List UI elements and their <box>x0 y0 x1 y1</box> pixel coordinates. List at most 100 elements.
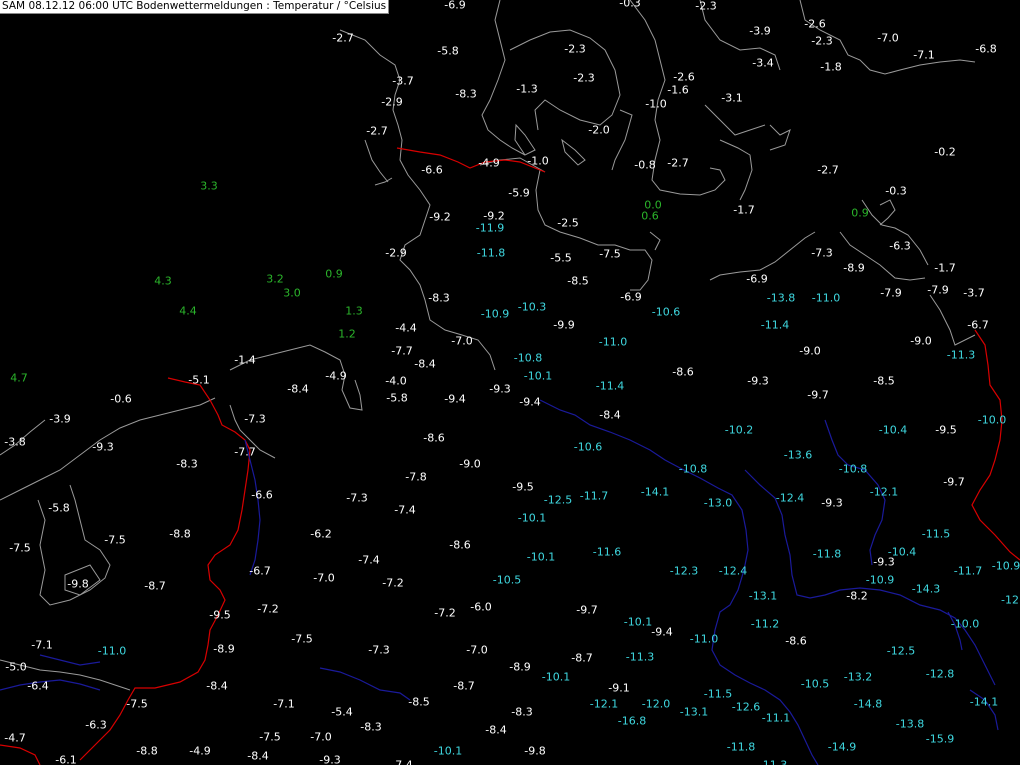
station-temperature: -7.3 <box>346 491 368 505</box>
station-temperature: -11.5 <box>703 687 733 701</box>
station-temperature: -7.2 <box>382 576 404 590</box>
station-temperature: -10.1 <box>523 369 553 383</box>
station-temperature: -11.4 <box>760 318 790 332</box>
station-temperature: -3.1 <box>721 91 743 105</box>
coastline-lakes <box>879 199 896 226</box>
station-temperature: -7.1 <box>31 638 53 652</box>
station-temperature: -10.5 <box>492 573 522 587</box>
station-temperature: -8.9 <box>843 261 865 275</box>
station-temperature: -9.7 <box>576 603 598 617</box>
station-temperature: -12.1 <box>869 485 899 499</box>
station-temperature: -2.6 <box>673 70 695 84</box>
station-temperature: -0.8 <box>634 158 656 172</box>
station-temperature: -0.3 <box>619 0 641 10</box>
station-temperature: -9.7 <box>943 475 965 489</box>
station-temperature: -1.7 <box>934 261 956 275</box>
station-temperature: -8.4 <box>414 357 436 371</box>
station-temperature: 3.3 <box>200 179 218 193</box>
station-temperature: -11.0 <box>689 632 719 646</box>
station-temperature: -14.1 <box>640 485 670 499</box>
station-temperature: -5.8 <box>386 391 408 405</box>
station-temperature: -7.0 <box>451 334 473 348</box>
station-temperature: -6.7 <box>967 318 989 332</box>
coastline-gulf <box>769 124 791 151</box>
station-temperature: -8.7 <box>571 651 593 665</box>
station-temperature: -7.9 <box>880 286 902 300</box>
station-temperature: -11.9 <box>475 221 505 235</box>
station-temperature: -12.1 <box>589 697 619 711</box>
station-temperature: -10.4 <box>878 423 908 437</box>
station-temperature: -13.8 <box>766 291 796 305</box>
station-temperature: 1.3 <box>345 304 363 318</box>
station-temperature: -6.0 <box>470 600 492 614</box>
station-temperature: -7.7 <box>234 445 256 459</box>
station-temperature: -6.2 <box>310 527 332 541</box>
station-temperature: -7.7 <box>391 344 413 358</box>
station-temperature: -8.8 <box>169 527 191 541</box>
station-temperature: 4.4 <box>179 304 197 318</box>
station-temperature: -6.8 <box>975 42 997 56</box>
station-temperature: -16.8 <box>617 714 647 728</box>
station-temperature: 4.3 <box>154 274 172 288</box>
river-loire <box>0 679 101 691</box>
station-temperature: -8.9 <box>213 642 235 656</box>
station-temperature: -14.3 <box>911 582 941 596</box>
station-temperature: -2.0 <box>588 123 610 137</box>
coastline-island-2 <box>561 138 586 166</box>
station-temperature: -7.3 <box>244 412 266 426</box>
station-temperature: -3.8 <box>4 435 26 449</box>
station-temperature: -1.7 <box>733 203 755 217</box>
station-temperature: -13.1 <box>748 589 778 603</box>
station-temperature: -2.9 <box>385 246 407 260</box>
station-temperature: -11.0 <box>97 644 127 658</box>
station-temperature: -3.7 <box>392 74 414 88</box>
station-temperature: -7.3 <box>368 643 390 657</box>
station-temperature: -9.2 <box>483 209 505 223</box>
station-temperature: -7.5 <box>291 632 313 646</box>
station-temperature: -5.9 <box>508 186 530 200</box>
station-temperature: -9.3 <box>873 555 895 569</box>
station-temperature: -3.7 <box>963 286 985 300</box>
station-temperature: -5.8 <box>437 44 459 58</box>
station-temperature: -11.3 <box>625 650 655 664</box>
coastline-baltic-4 <box>719 139 753 201</box>
station-temperature: -11.0 <box>811 291 841 305</box>
station-temperature: -4.9 <box>478 156 500 170</box>
station-temperature: -14.8 <box>853 697 883 711</box>
station-temperature: -7.4 <box>358 553 380 567</box>
station-temperature: 0.9 <box>325 267 343 281</box>
station-temperature: -13.2 <box>843 670 873 684</box>
coastline-north-sea <box>339 29 496 371</box>
station-temperature: -9.3 <box>821 496 843 510</box>
station-temperature: -6.3 <box>85 718 107 732</box>
station-temperature: -10.8 <box>838 462 868 476</box>
station-temperature: -9.0 <box>910 334 932 348</box>
station-temperature: -10.1 <box>526 550 556 564</box>
station-temperature: -2.7 <box>817 163 839 177</box>
station-temperature: -10.1 <box>623 615 653 629</box>
station-temperature: -12.4 <box>775 491 805 505</box>
station-temperature: -8.4 <box>206 679 228 693</box>
station-temperature: -7.5 <box>104 533 126 547</box>
station-temperature: -8.8 <box>136 744 158 758</box>
station-temperature: -15.9 <box>925 732 955 746</box>
station-temperature: -9.0 <box>799 344 821 358</box>
border-west <box>79 377 251 761</box>
station-temperature: 4.7 <box>10 371 28 385</box>
station-temperature: -7.5 <box>9 541 31 555</box>
station-temperature: -8.5 <box>567 274 589 288</box>
station-temperature: -2.7 <box>366 124 388 138</box>
station-temperature: -8.6 <box>423 431 445 445</box>
station-temperature: -8.3 <box>428 291 450 305</box>
station-temperature: -2.3 <box>811 34 833 48</box>
station-temperature: -2.9 <box>381 95 403 109</box>
station-temperature: -4.9 <box>189 744 211 758</box>
station-temperature: -8.6 <box>672 365 694 379</box>
station-temperature: -2.6 <box>804 17 826 31</box>
station-temperature: -8.4 <box>599 408 621 422</box>
station-temperature: -9.3 <box>489 382 511 396</box>
station-temperature: -13.8 <box>895 717 925 731</box>
station-temperature: -0.6 <box>110 392 132 406</box>
station-temperature: -11.7 <box>953 564 983 578</box>
station-temperature: -9.4 <box>519 395 541 409</box>
